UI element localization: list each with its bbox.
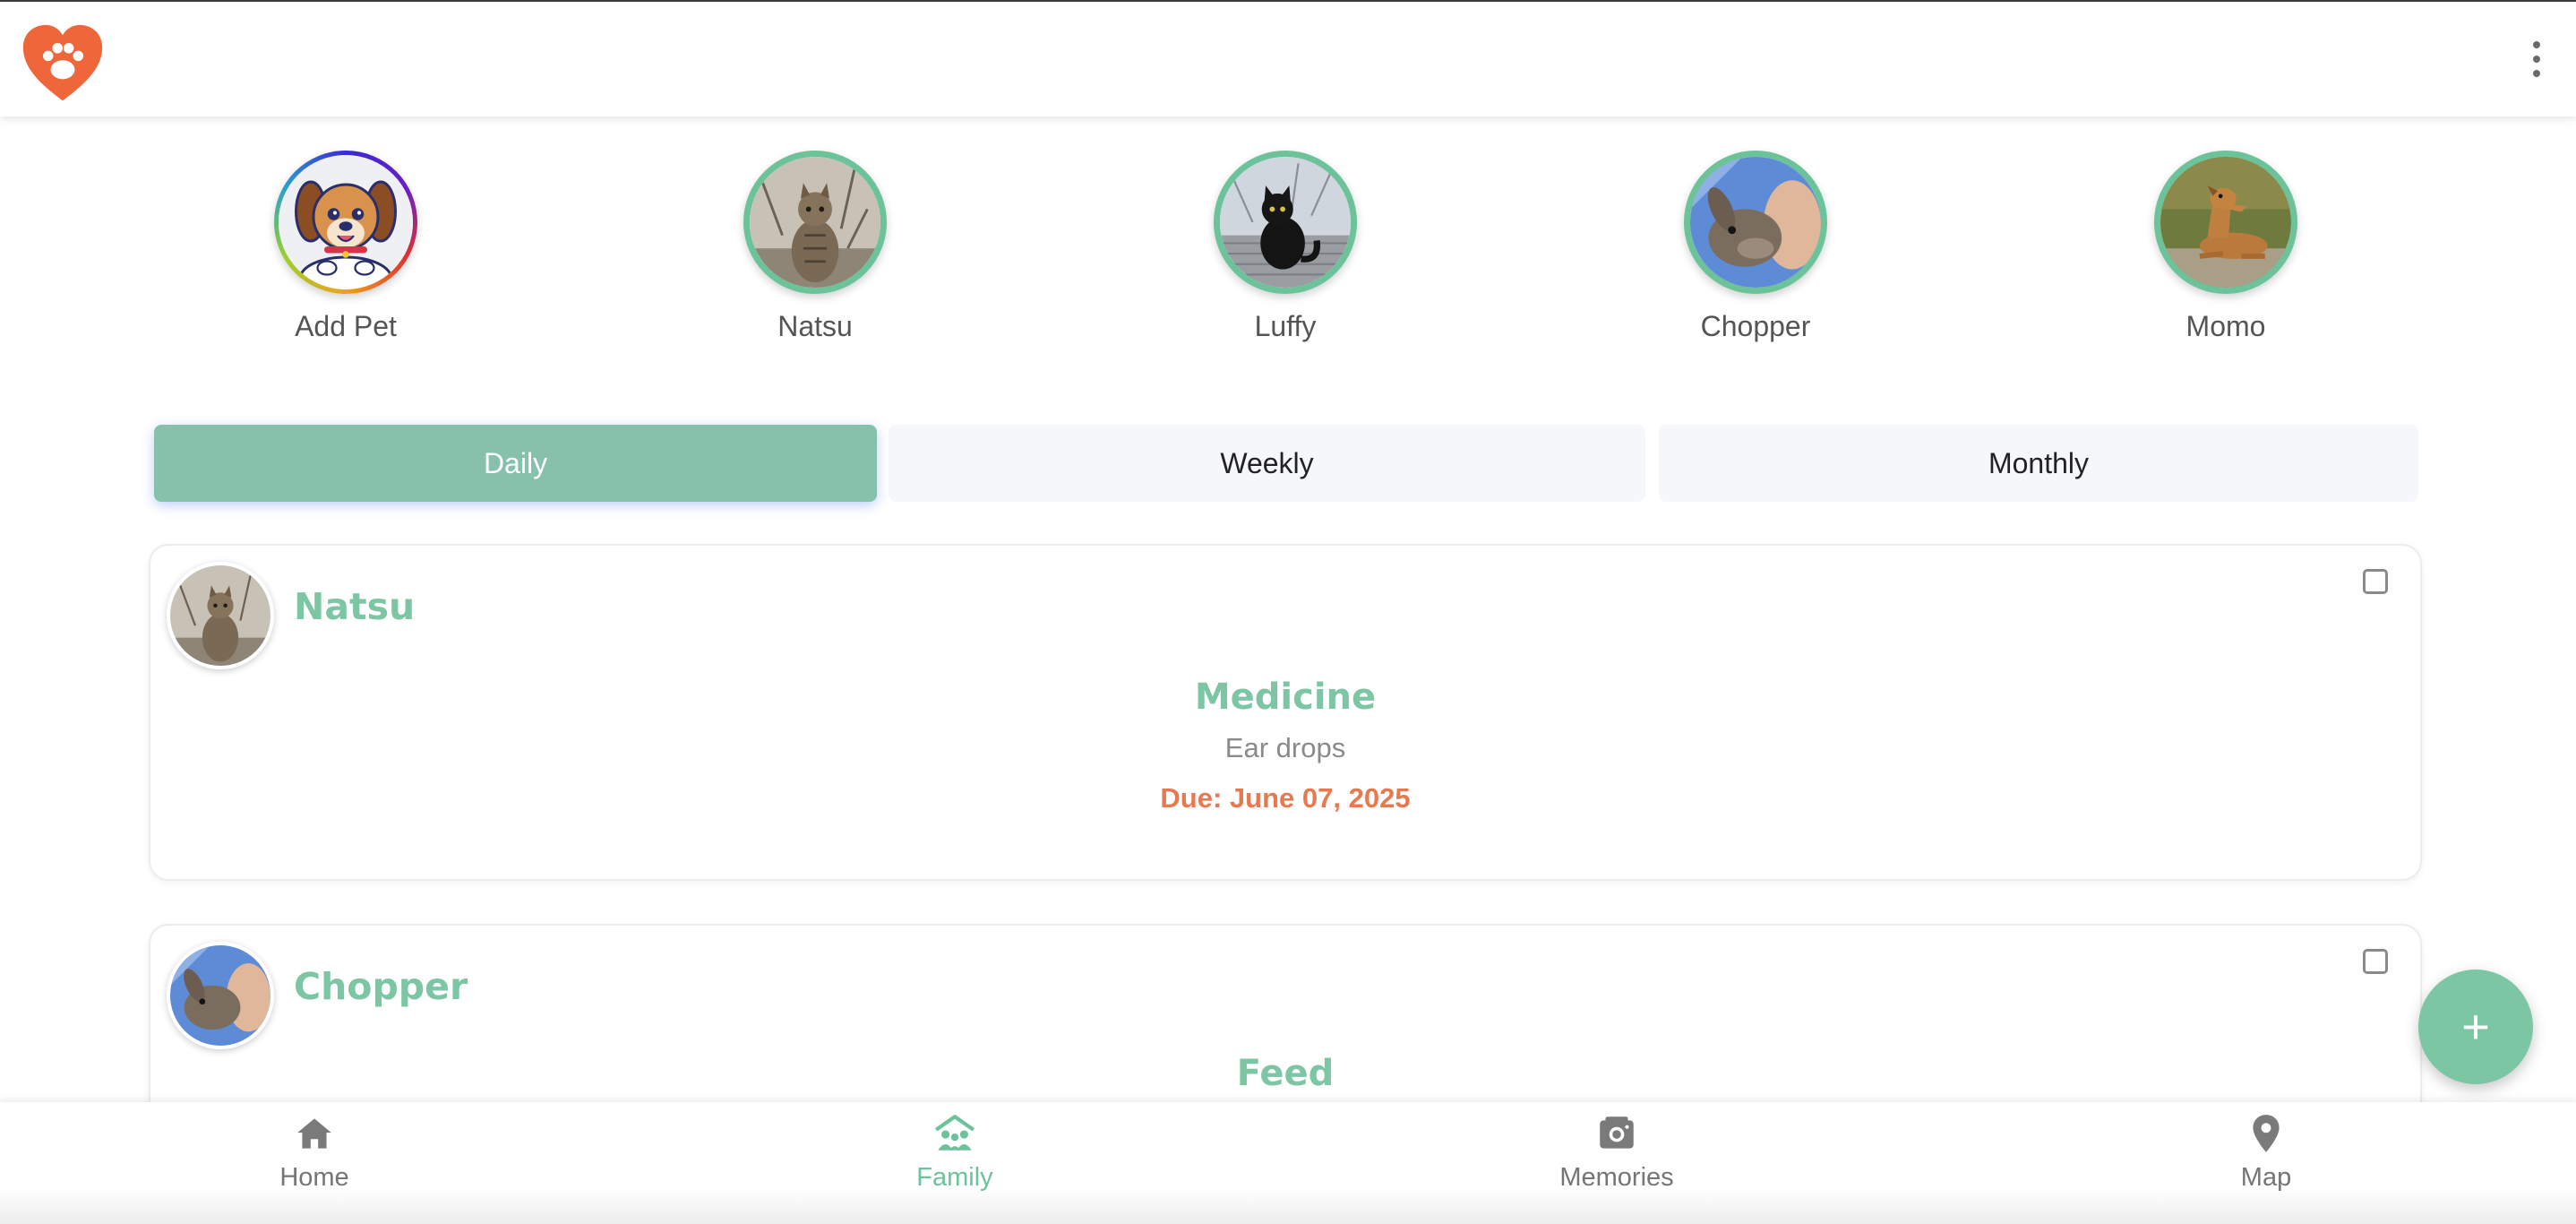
nav-label: Home	[279, 1163, 349, 1192]
task-pet-name: Chopper	[294, 965, 468, 1008]
task-complete-checkbox[interactable]	[2363, 569, 2388, 594]
family-icon	[934, 1115, 975, 1151]
pet-name-label: Luffy	[1254, 310, 1317, 342]
pet-luffy[interactable]: Luffy	[1169, 151, 1402, 343]
task-type: Medicine	[1194, 677, 1377, 718]
nav-map[interactable]: Map	[2159, 1111, 2374, 1193]
pet-natsu[interactable]: Natsu	[699, 151, 932, 343]
pet-name-label: Natsu	[777, 310, 853, 342]
camera-album-icon	[1600, 1116, 1634, 1149]
task-type: Feed	[1236, 1053, 1335, 1094]
more-vertical-icon[interactable]	[2529, 41, 2544, 77]
tab-daily[interactable]: Daily	[154, 425, 877, 502]
nav-memories[interactable]: Memories	[1509, 1111, 1724, 1193]
pet-avatar	[167, 942, 274, 1049]
app-header	[0, 0, 2576, 116]
cartoon-dog-add-icon	[274, 151, 417, 294]
pet-name-label: Add Pet	[295, 310, 397, 342]
pet-name-label: Momo	[2185, 310, 2266, 342]
task-detail: Ear drops	[1224, 732, 1346, 763]
paw-heart-logo-icon[interactable]	[20, 22, 106, 108]
black-cat-photo	[1214, 151, 1357, 294]
nav-home[interactable]: Home	[207, 1111, 422, 1193]
tab-weekly[interactable]: Weekly	[889, 425, 1645, 502]
task-pet-name: Natsu	[294, 585, 416, 628]
task-complete-checkbox[interactable]	[2363, 949, 2388, 974]
add-pet-button[interactable]: Add Pet	[229, 151, 462, 343]
task-card[interactable]: Natsu Medicine Ear drops Due: June 07, 2…	[149, 544, 2422, 881]
map-pin-icon	[2253, 1115, 2280, 1152]
task-due-date: Due: June 07, 2025	[1160, 782, 1411, 814]
home-icon	[297, 1118, 331, 1149]
rabbit-photo	[1684, 151, 1827, 294]
nav-label: Family	[916, 1163, 993, 1192]
tabby-cat-photo	[743, 151, 887, 294]
pet-avatar	[167, 562, 274, 669]
plus-icon: +	[2461, 1000, 2490, 1054]
dog-photo	[2154, 151, 2297, 294]
pet-name-label: Chopper	[1700, 310, 1811, 342]
nav-label: Memories	[1559, 1163, 1674, 1192]
pet-chopper[interactable]: Chopper	[1639, 151, 1872, 343]
tab-monthly[interactable]: Monthly	[1659, 425, 2418, 502]
schedule-tabs: Daily Weekly Monthly	[154, 425, 2418, 502]
bottom-navigation: Home Family Memories Map	[0, 1102, 2576, 1224]
add-task-button[interactable]: +	[2418, 970, 2533, 1084]
nav-label: Map	[2240, 1163, 2292, 1192]
pet-carousel: Add Pet Natsu Luffy Chopper Momo	[0, 151, 2576, 357]
pet-momo[interactable]: Momo	[2109, 151, 2342, 343]
nav-family[interactable]: Family	[847, 1111, 1062, 1193]
